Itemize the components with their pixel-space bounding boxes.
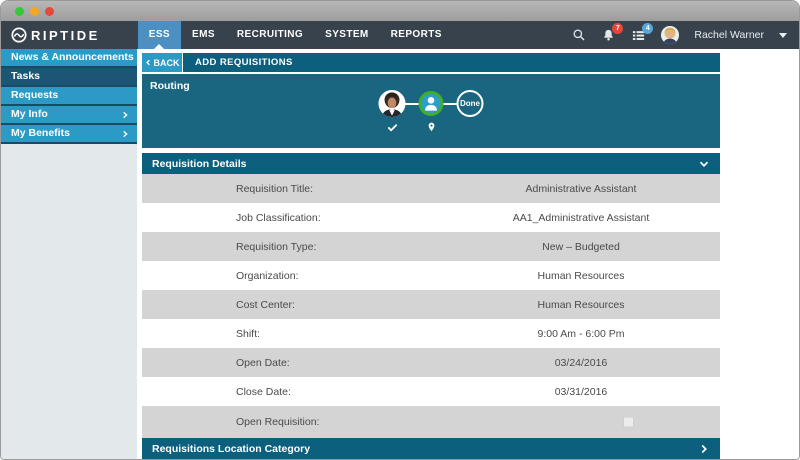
requisitions-location-category-header[interactable]: Requisitions Location Category [142,438,720,459]
sidebar-item-label: News & Announcements [11,48,134,67]
tab-ems[interactable]: EMS [181,21,226,49]
step-connector [406,103,419,105]
content-topbar: BACK ADD REQUISITIONS [142,53,720,72]
routing-step-approver[interactable] [379,90,406,117]
tab-system[interactable]: SYSTEM [314,21,380,49]
section-title: Requisition Details [152,158,247,170]
routing-section: Routing [142,74,720,148]
detail-row-shift: Shift: 9:00 Am - 6:00 Pm [142,319,720,348]
chevron-right-icon [121,130,129,138]
detail-row-requisition-title: Requisition Title: Administrative Assist… [142,174,720,203]
sidebar-item-my-benefits[interactable]: My Benefits [1,125,137,144]
field-label: Organization: [236,270,298,282]
app-window: RIPTIDE ESS EMS RECRUITING SYSTEM REPORT… [0,0,800,460]
open-requisition-checkbox[interactable] [623,417,634,428]
main-menu: ESS EMS RECRUITING SYSTEM REPORTS [138,21,453,49]
routing-steps: Done [379,90,484,117]
logo-text: RIPTIDE [31,28,100,43]
field-value[interactable]: Human Resources [538,270,625,282]
notification-count-badge: 7 [612,23,623,34]
top-navbar: RIPTIDE ESS EMS RECRUITING SYSTEM REPORT… [1,21,799,49]
field-value[interactable]: 9:00 Am - 6:00 Pm [538,328,625,340]
approver-avatar [379,90,406,117]
step-connector [444,103,457,105]
person-silhouette-icon [419,91,444,116]
field-label: Shift: [236,328,260,340]
routing-step-current[interactable] [419,91,444,116]
sidebar-item-tasks[interactable]: Tasks [1,68,137,87]
sidebar-item-label: Requests [11,86,58,105]
field-label: Open Requisition: [236,416,319,428]
messages-count-badge: 4 [642,23,653,34]
field-value[interactable]: 03/24/2016 [555,357,608,369]
user-menu-caret-icon[interactable] [779,33,787,38]
queue-icon[interactable]: 4 [631,28,646,43]
window-minimize-button[interactable] [15,7,24,16]
section-title: Requisitions Location Category [152,443,310,455]
detail-row-requisition-type: Requisition Type: New – Budgeted [142,232,720,261]
page-body: News & Announcements Tasks Requests My I… [1,49,799,459]
detail-row-open-date: Open Date: 03/24/2016 [142,348,720,377]
check-icon [387,122,398,133]
field-value[interactable]: 03/31/2016 [555,386,608,398]
field-value[interactable]: New – Budgeted [542,241,620,253]
wave-logo-icon [11,27,27,43]
chevron-right-icon [121,111,129,119]
sidebar: News & Announcements Tasks Requests My I… [1,49,137,459]
tab-recruiting[interactable]: RECRUITING [226,21,314,49]
routing-step-done[interactable]: Done [457,90,484,117]
back-chevron-icon [145,58,152,67]
tab-ess[interactable]: ESS [138,21,181,49]
search-icon[interactable] [572,28,586,42]
window-titlebar [1,1,799,21]
field-label: Open Date: [236,357,290,369]
window-close-button[interactable] [45,7,54,16]
app-logo: RIPTIDE [11,27,100,43]
detail-row-open-requisition: Open Requisition: [142,406,720,438]
requisition-details-header[interactable]: Requisition Details [142,153,720,174]
detail-row-job-classification: Job Classification: AA1_Administrative A… [142,203,720,232]
chevron-right-icon[interactable] [698,443,710,455]
notifications-bell-icon[interactable]: 7 [601,28,616,43]
field-label: Cost Center: [236,299,295,311]
detail-row-close-date: Close Date: 03/31/2016 [142,377,720,406]
tab-reports[interactable]: REPORTS [380,21,453,49]
main-content: BACK ADD REQUISITIONS Routing [142,49,720,459]
detail-row-organization: Organization: Human Resources [142,261,720,290]
navbar-right: 7 4 Rachel Warner [572,26,787,44]
field-value[interactable]: AA1_Administrative Assistant [513,212,650,224]
user-name[interactable]: Rachel Warner [694,29,764,41]
detail-row-cost-center: Cost Center: Human Resources [142,290,720,319]
sidebar-item-label: Tasks [11,67,40,86]
page-title: ADD REQUISITIONS [183,53,720,72]
routing-section-title: Routing [150,80,190,92]
chevron-down-icon[interactable] [698,158,710,170]
sidebar-item-requests[interactable]: Requests [1,87,137,106]
window-maximize-button[interactable] [30,7,39,16]
field-label: Job Classification: [236,212,321,224]
back-label: BACK [154,58,180,68]
back-button[interactable]: BACK [142,53,182,72]
done-step-label: Done [457,90,484,117]
user-avatar[interactable] [661,26,679,44]
field-value[interactable]: Administrative Assistant [526,183,637,195]
sidebar-item-my-info[interactable]: My Info [1,106,137,125]
field-label: Requisition Type: [236,241,316,253]
field-value[interactable]: Human Resources [538,299,625,311]
sidebar-item-label: My Benefits [11,124,70,143]
field-label: Close Date: [236,386,291,398]
sidebar-item-news-announcements[interactable]: News & Announcements [1,49,137,68]
sidebar-item-label: My Info [11,105,48,124]
location-pin-icon [426,121,436,133]
field-label: Requisition Title: [236,183,313,195]
